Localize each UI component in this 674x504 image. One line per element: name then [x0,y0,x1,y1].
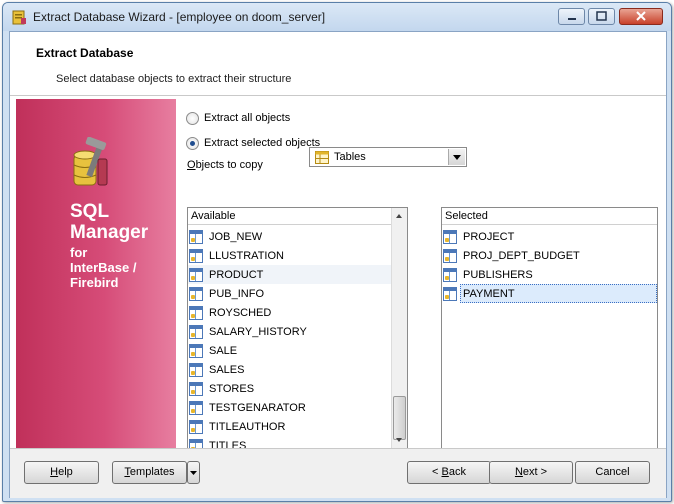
table-icon [189,381,203,396]
available-object-label: SALARY_HISTORY [209,325,307,338]
wizard-header: Extract Database Select database objects… [10,32,666,96]
table-icon [189,343,203,358]
selected-object-label: PAYMENT [463,287,515,300]
radio-button-checked[interactable] [186,136,199,150]
selected-object-row[interactable]: PROJECT [442,227,514,246]
chevron-down-icon [190,471,197,475]
extract-all-label: Extract all objects [204,112,291,124]
objects-to-copy-label: Objects to copy [187,159,263,171]
database-wizard-icon [12,10,26,25]
extract-selected-label: Extract selected objects [204,137,321,149]
available-object-row[interactable]: SALES [188,360,244,379]
table-icon [189,267,203,282]
templates-button[interactable]: Templates [112,461,187,484]
scroll-down-icon[interactable] [392,432,407,448]
scroll-up-icon[interactable] [392,208,407,224]
available-object-label: LLUSTRATION [209,249,284,262]
help-button[interactable]: Help [24,461,99,484]
available-object-row[interactable]: PRODUCT [188,265,263,284]
available-object-label: ROYSCHED [209,306,272,319]
banner-line-2: Manager [70,222,149,243]
table-icon [189,305,203,320]
table-icon [189,400,203,415]
available-object-label: PRODUCT [209,268,264,281]
close-button[interactable] [619,8,663,25]
selected-object-row[interactable]: PUBLISHERS [442,265,533,284]
table-icon [189,419,203,434]
available-object-label: SALE [209,344,238,357]
available-object-row[interactable]: SALARY_HISTORY [188,322,307,341]
banner-line-1: SQL [70,201,110,222]
available-object-label: JOB_NEW [209,230,263,243]
database-tools-logo-icon [73,137,108,186]
available-object-row[interactable]: STORES [188,379,254,398]
step-title: Extract Database [36,46,134,60]
window-title: Extract Database Wizard - [employee on d… [33,10,326,24]
templates-dropdown-button[interactable] [187,461,200,484]
banner-line-4: InterBase / [70,260,137,275]
available-object-row[interactable]: TESTGENARATOR [188,398,306,417]
maximize-button[interactable] [588,8,615,25]
table-icon [443,286,457,301]
close-icon [636,11,646,21]
table-icon [443,229,457,244]
available-object-label: SALES [209,363,245,376]
object-selection-panel: Extract all objects Extract selected obj… [176,99,660,449]
step-subtitle: Select database objects to extract their… [56,73,292,85]
extract-all-radio[interactable]: Extract all objects [186,110,290,126]
available-object-label: PUB_INFO [209,287,265,300]
chevron-down-icon[interactable] [448,149,465,165]
next-button[interactable]: Next > [489,461,573,484]
available-scrollbar[interactable] [391,208,407,448]
table-icon [443,267,457,282]
selected-objects-list[interactable]: Selected PROJECT PROJ_DEPT_BUDGET PUBLISHE… [441,207,658,449]
selected-object-row[interactable]: PROJ_DEPT_BUDGET [442,246,580,265]
title-bar[interactable]: Extract Database Wizard - [employee on d… [3,3,671,31]
table-icon [189,286,203,301]
product-banner: SQL Manager for InterBase / Firebird [16,99,176,448]
selected-object-label: PUBLISHERS [463,268,533,281]
wizard-client-area: Extract Database Select database objects… [9,31,667,498]
available-object-row[interactable]: LLUSTRATION [188,246,284,265]
available-object-label: STORES [209,382,255,395]
extract-selected-radio[interactable]: Extract selected objects [186,135,320,151]
selected-object-label: PROJECT [463,230,515,243]
available-column-header[interactable]: Available [188,208,407,225]
minimize-icon [568,18,576,20]
available-object-label: TITLEAUTHOR [209,420,286,433]
radio-button[interactable] [186,111,199,125]
available-object-label: TESTGENARATOR [209,401,306,414]
banner-line-5: Firebird [70,275,119,290]
minimize-button[interactable] [558,8,585,25]
table-icon [189,324,203,339]
banner-line-3: for [70,245,88,260]
table-icon [189,229,203,244]
available-object-row[interactable]: TITLEAUTHOR [188,417,285,436]
table-icon [189,248,203,263]
cancel-button[interactable]: Cancel [575,461,650,484]
available-object-row[interactable]: SALE [188,341,237,360]
maximize-icon [596,11,607,21]
selected-column-header[interactable]: Selected [442,208,657,225]
available-objects-list[interactable]: Available JOB_NEW LLUSTRATION PRODUCT PUB_I… [187,207,408,449]
table-icon [189,362,203,377]
available-object-row[interactable]: PUB_INFO [188,284,264,303]
object-type-value: Tables [334,151,366,163]
wizard-window: Extract Database Wizard - [employee on d… [2,2,672,502]
selected-object-row[interactable]: PAYMENT [442,284,515,303]
object-type-select[interactable]: Tables [309,147,467,167]
table-icon [315,151,329,164]
wizard-footer: Help Templates < Back Next > Cancel [10,448,666,498]
product-name: SQL Manager for InterBase / Firebird [70,201,148,290]
back-button[interactable]: < Back [407,461,491,484]
available-object-row[interactable]: ROYSCHED [188,303,271,322]
available-object-row[interactable]: JOB_NEW [188,227,262,246]
table-icon [443,248,457,263]
selected-object-label: PROJ_DEPT_BUDGET [463,249,580,262]
